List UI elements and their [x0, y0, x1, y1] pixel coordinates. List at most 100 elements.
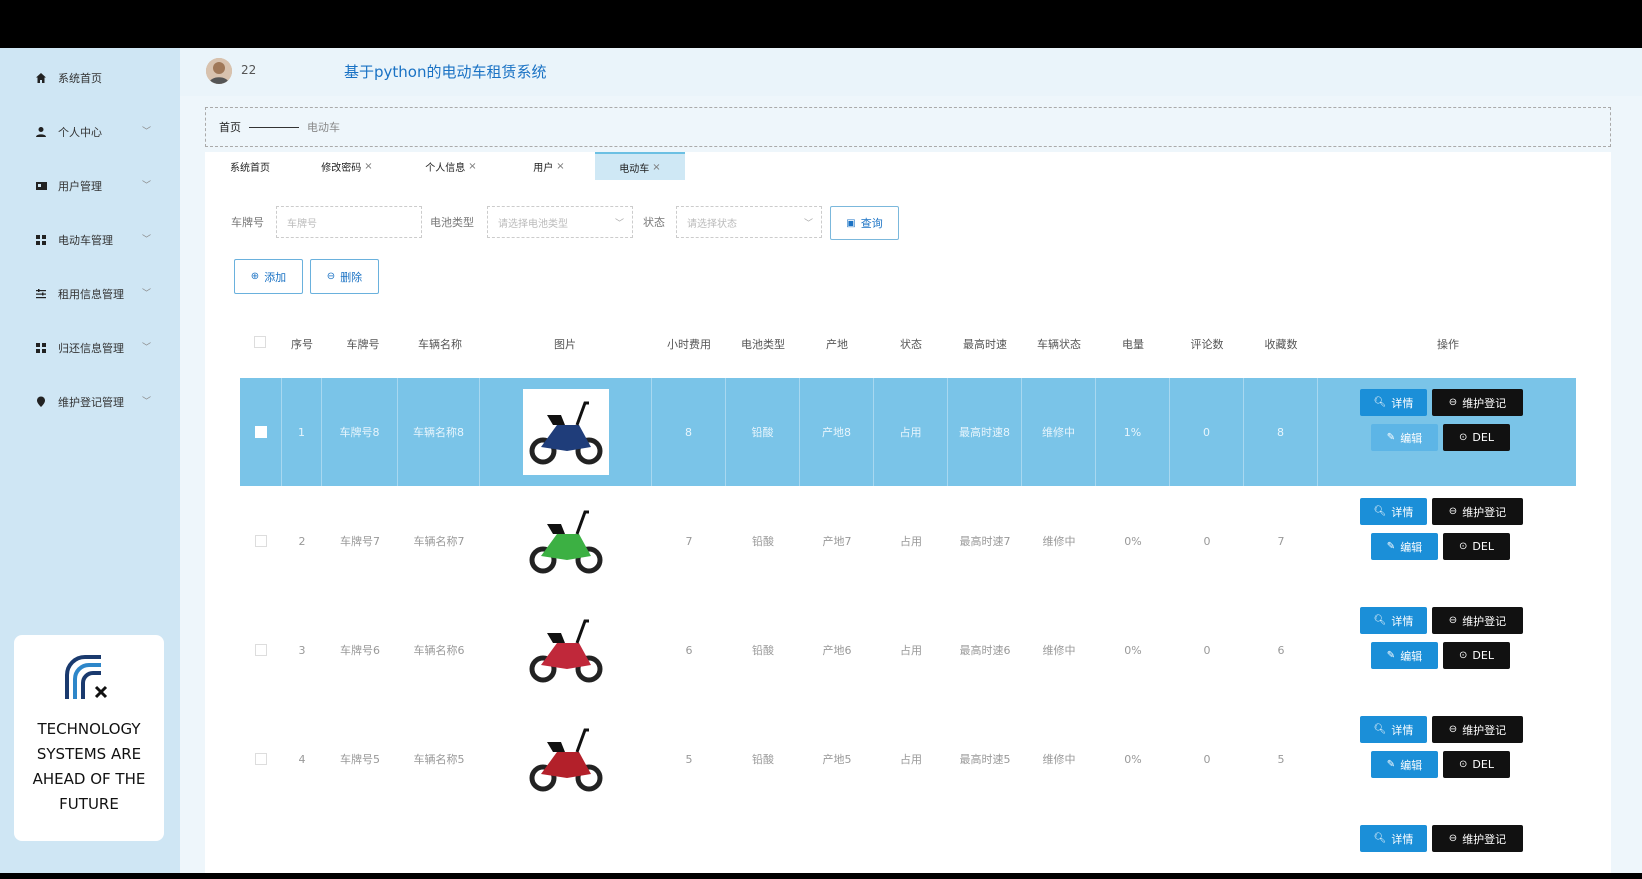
close-icon[interactable]: ×	[364, 161, 372, 172]
wifi-x-logo-icon	[65, 655, 108, 699]
system-title: 基于python的电动车租赁系统	[344, 63, 547, 81]
cell-comments: 0	[1170, 378, 1244, 486]
plate-label: 车牌号	[231, 216, 264, 229]
breadcrumb: 首页 电动车	[205, 107, 1611, 147]
search-icon: 🔍︎	[1373, 724, 1387, 735]
minus-circle-icon: ⊖	[1448, 506, 1458, 517]
breadcrumb-separator	[249, 126, 299, 128]
minus-circle-icon: ⊖	[1448, 615, 1458, 626]
search-icon: 🔍︎	[1373, 397, 1387, 408]
cell-battery: 铅酸	[752, 753, 774, 766]
detail-button[interactable]: 🔍︎ 详情	[1360, 716, 1427, 743]
cell-no: 2	[298, 534, 306, 548]
edit-label: 编辑	[1400, 431, 1423, 445]
bike-image-cell	[480, 705, 652, 813]
maintain-button[interactable]: ⊖ 维护登记	[1432, 825, 1523, 852]
table-row[interactable]: 3 车牌号6 车辆名称6 6 铅酸 产地6 占用 最高时速6 维修中 0% 0 6 🔍︎ 详情 ⊖ 维护登记 ✎…	[240, 596, 1576, 704]
edit-button[interactable]: ✎ 编辑	[1371, 424, 1438, 451]
sidebar-item-personal-center[interactable]: 个人中心 ﹀	[0, 112, 180, 152]
sidebar-item-label: 维护登记管理	[58, 396, 124, 409]
del-label: DEL	[1472, 540, 1494, 553]
cell-name: 车辆名称6	[413, 644, 465, 657]
cell-comments: 0	[1203, 752, 1211, 766]
row-checkbox[interactable]	[255, 535, 267, 547]
table-row[interactable]: 2 车牌号7 车辆名称7 7 铅酸 产地7 占用 最高时速7 维修中 0% 0 7 🔍︎ 详情 ⊖ 维护登记 ✎…	[240, 487, 1576, 595]
query-label: 查询	[860, 217, 883, 230]
maintain-button[interactable]: ⊖ 维护登记	[1432, 498, 1523, 525]
close-icon[interactable]: ×	[468, 161, 476, 172]
location-icon	[34, 395, 48, 409]
sidebar-item-label: 电动车管理	[58, 234, 113, 247]
search-icon: 🔍︎	[1373, 833, 1387, 844]
tab-change-password[interactable]: 修改密码 ×	[295, 152, 399, 180]
sidebar-item-user-management[interactable]: 用户管理 ﹀	[0, 166, 180, 206]
cell-vstatus: 维修中	[1042, 535, 1076, 548]
cell-power: 1%	[1096, 378, 1170, 486]
sidebar-item-home[interactable]: 系统首页	[0, 58, 180, 98]
sidebar-item-ebike-management[interactable]: 电动车管理 ﹀	[0, 220, 180, 260]
row-checkbox[interactable]	[255, 753, 267, 765]
sidebar-item-return-management[interactable]: 归还信息管理 ﹀	[0, 328, 180, 368]
edit-button[interactable]: ✎ 编辑	[1371, 642, 1438, 669]
chevron-down-icon: ﹀	[142, 343, 152, 353]
del-button[interactable]: ⊙ DEL	[1443, 751, 1510, 778]
close-icon[interactable]: ×	[556, 161, 564, 172]
detail-button[interactable]: 🔍︎ 详情	[1360, 607, 1427, 634]
detail-button[interactable]: 🔍︎ 详情	[1360, 498, 1427, 525]
cell-name: 车辆名称8	[398, 378, 480, 486]
sidebar-item-maintenance-management[interactable]: 维护登记管理 ﹀	[0, 382, 180, 422]
minus-circle-icon: ⊖	[1448, 397, 1458, 408]
avatar[interactable]	[206, 58, 232, 84]
del-circle-icon: ⊙	[1459, 432, 1468, 443]
tab-home[interactable]: 系统首页	[205, 152, 295, 180]
col-header: 最高时速	[963, 338, 1007, 351]
table-row[interactable]: 4 车牌号5 车辆名称5 5 铅酸 产地5 占用 最高时速5 维修中 0% 0 5 🔍︎ 详情 ⊖ 维护登记 ✎…	[240, 705, 1576, 813]
cell-no: 3	[298, 643, 306, 657]
query-button[interactable]: ▣ 查询	[830, 206, 899, 240]
del-button[interactable]: ⊙ DEL	[1443, 424, 1510, 451]
tab-ebike[interactable]: 电动车 ×	[595, 152, 685, 180]
detail-button[interactable]: 🔍︎ 详情	[1360, 389, 1427, 416]
tab-label: 个人信息	[425, 162, 466, 174]
close-icon[interactable]: ×	[652, 162, 660, 173]
add-button[interactable]: ⊕ 添加	[234, 259, 303, 294]
select-all-checkbox[interactable]	[254, 336, 266, 348]
maintain-button[interactable]: ⊖ 维护登记	[1432, 716, 1523, 743]
cell-fee: 6	[685, 643, 693, 657]
maintain-button[interactable]: ⊖ 维护登记	[1432, 607, 1523, 634]
del-button[interactable]: ⊙ DEL	[1443, 533, 1510, 560]
cell-favs: 6	[1277, 643, 1285, 657]
battery-select[interactable]: 请选择电池类型 ﹀	[487, 206, 633, 238]
plate-placeholder: 车牌号	[287, 218, 317, 230]
tab-personal-info[interactable]: 个人信息 ×	[399, 152, 503, 180]
minus-circle-icon: ⊖	[1448, 833, 1458, 844]
ebike-image	[522, 389, 609, 475]
plate-input[interactable]: 车牌号	[276, 206, 422, 238]
app-window: 系统首页 个人中心 ﹀ 用户管理 ﹀ 电动车管理 ﹀ 租用信息管理 ﹀ 归还信息…	[0, 48, 1642, 873]
detail-button[interactable]: 🔍︎ 详情	[1360, 825, 1427, 852]
detail-label: 详情	[1391, 832, 1414, 846]
sidebar-item-label: 系统首页	[58, 72, 102, 85]
table-row[interactable]: 1 车牌号8 车辆名称8 8 铅酸 产地8 占用 最高时速8 维修中 1% 0 8 🔍︎ 详情 ⊖ 维护登记 ✎…	[240, 378, 1576, 486]
sidebar-item-rental-management[interactable]: 租用信息管理 ﹀	[0, 274, 180, 314]
delete-label: 删除	[340, 270, 363, 284]
maintain-button[interactable]: ⊖ 维护登记	[1432, 389, 1523, 416]
cell-speed: 最高时速8	[948, 378, 1022, 486]
cell-no: 1	[282, 378, 322, 486]
delete-button[interactable]: ⊖ 删除	[310, 259, 379, 294]
edit-button[interactable]: ✎ 编辑	[1371, 533, 1438, 560]
cell-fee: 5	[685, 752, 693, 766]
chevron-down-icon: ﹀	[142, 181, 152, 191]
cell-origin: 产地5	[822, 753, 852, 766]
tab-bar: 系统首页 修改密码 × 个人信息 × 用户 × 电动车 ×	[205, 152, 685, 180]
del-button[interactable]: ⊙ DEL	[1443, 642, 1510, 669]
search-icon: 🔍︎	[1373, 615, 1387, 626]
edit-button[interactable]: ✎ 编辑	[1371, 751, 1438, 778]
status-select[interactable]: 请选择状态 ﹀	[676, 206, 822, 238]
cell-favs: 7	[1277, 534, 1285, 548]
breadcrumb-home[interactable]: 首页	[219, 119, 241, 135]
tab-users[interactable]: 用户 ×	[503, 152, 595, 180]
row-checkbox[interactable]	[255, 644, 267, 656]
row-checkbox-cell	[240, 596, 282, 704]
row-checkbox[interactable]	[254, 426, 267, 438]
